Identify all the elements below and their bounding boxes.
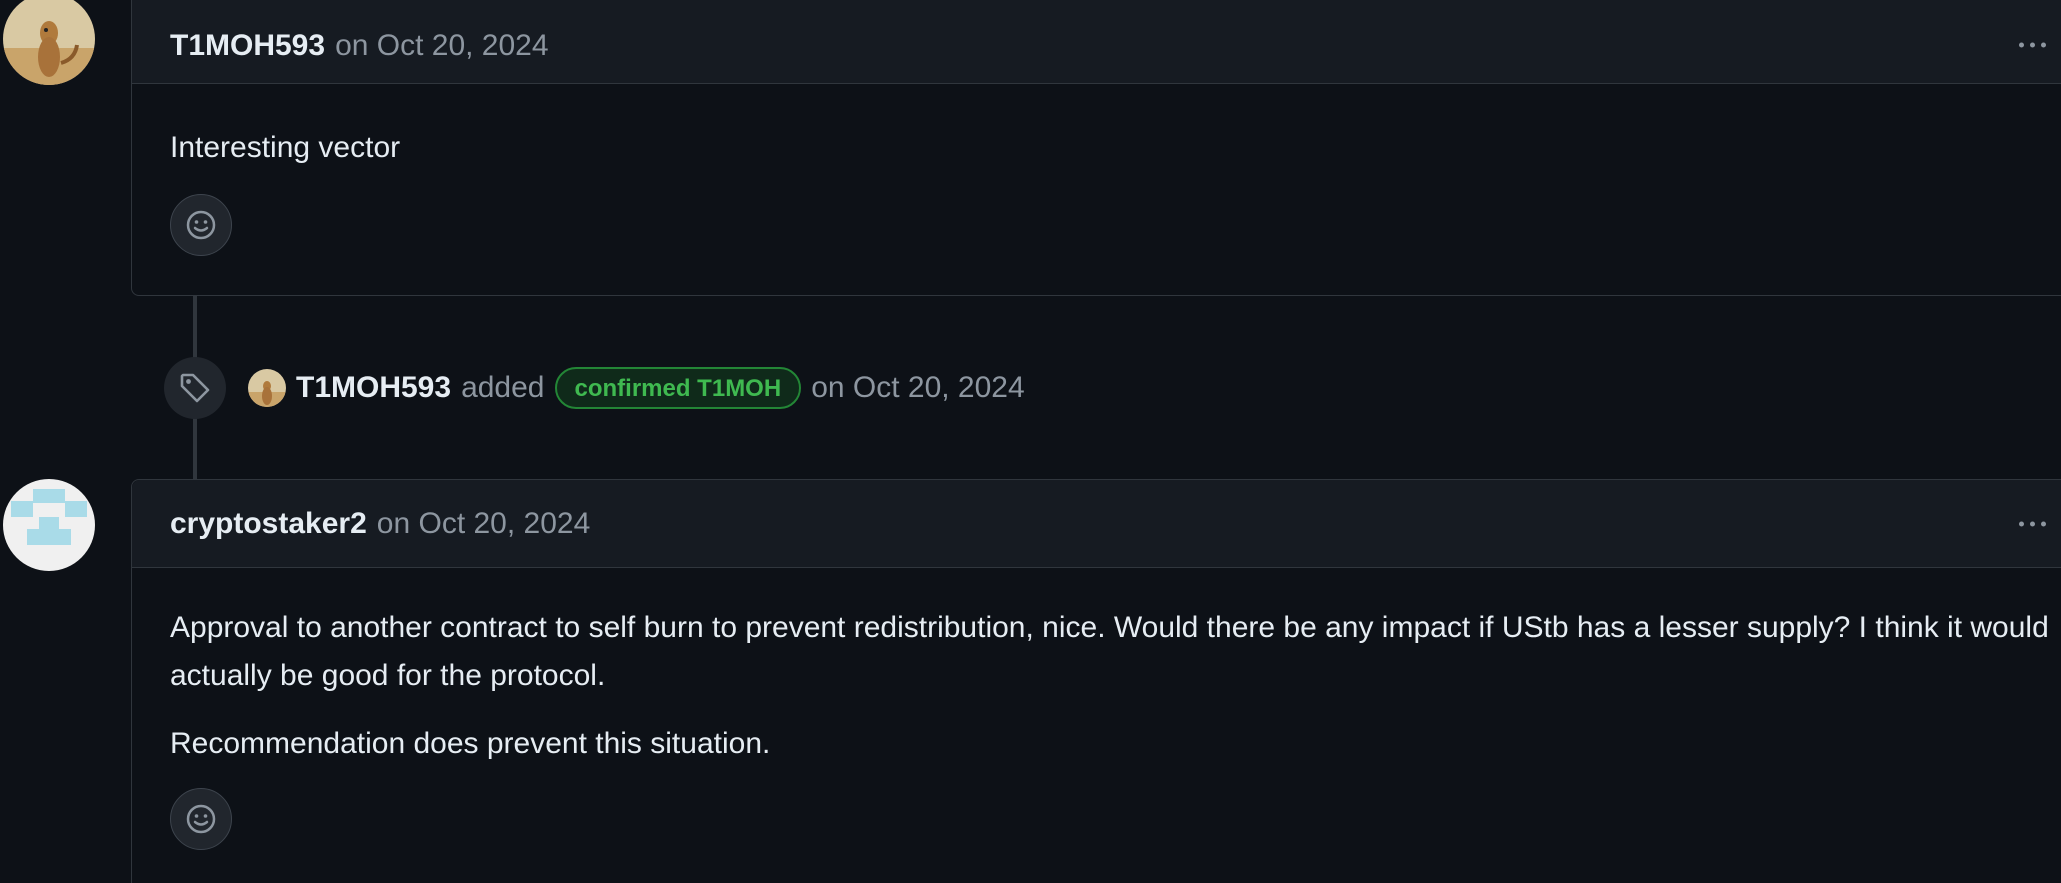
smiley-icon — [186, 210, 216, 240]
comment-body: Interesting vector — [132, 84, 2061, 256]
comment: T1MOH593 on Oct 20, 2024 Interesting vec… — [131, 0, 2061, 296]
event-date[interactable]: on Oct 20, 2024 — [811, 371, 1025, 405]
avatar[interactable] — [248, 369, 286, 407]
comment: cryptostaker2 on Oct 20, 2024 Approval t… — [131, 479, 2061, 883]
comment-paragraph: Approval to another contract to self bur… — [170, 611, 2049, 692]
comment-body: Approval to another contract to self bur… — [132, 568, 2061, 850]
issue-timeline: T1MOH593 on Oct 20, 2024 Interesting vec… — [0, 0, 2061, 883]
comment-paragraph: Interesting vector — [170, 131, 401, 164]
comment-author[interactable]: cryptostaker2 — [170, 507, 367, 541]
comment-author[interactable]: T1MOH593 — [170, 29, 325, 63]
kebab-horizontal-icon[interactable] — [2019, 42, 2046, 48]
comment-header: cryptostaker2 on Oct 20, 2024 — [132, 480, 2061, 568]
timeline-connector — [193, 418, 197, 479]
smiley-icon — [186, 804, 216, 834]
label-badge[interactable]: confirmed T1MOH — [554, 367, 802, 409]
event-author[interactable]: T1MOH593 — [296, 371, 451, 405]
timeline-label-event: T1MOH593 added confirmed T1MOH on Oct 20… — [164, 357, 1025, 419]
tag-icon — [164, 357, 226, 419]
add-reaction-button[interactable] — [170, 194, 232, 256]
comment-paragraph: Recommendation does prevent this situati… — [170, 727, 771, 760]
comment-header: T1MOH593 on Oct 20, 2024 — [132, 0, 2061, 84]
avatar[interactable] — [3, 479, 95, 571]
comment-date[interactable]: on Oct 20, 2024 — [335, 29, 549, 63]
add-reaction-button[interactable] — [170, 788, 232, 850]
event-action: added — [461, 371, 545, 404]
avatar[interactable] — [3, 0, 95, 85]
kebab-horizontal-icon[interactable] — [2019, 521, 2046, 526]
comment-date[interactable]: on Oct 20, 2024 — [377, 507, 591, 541]
timeline-connector — [193, 296, 197, 360]
